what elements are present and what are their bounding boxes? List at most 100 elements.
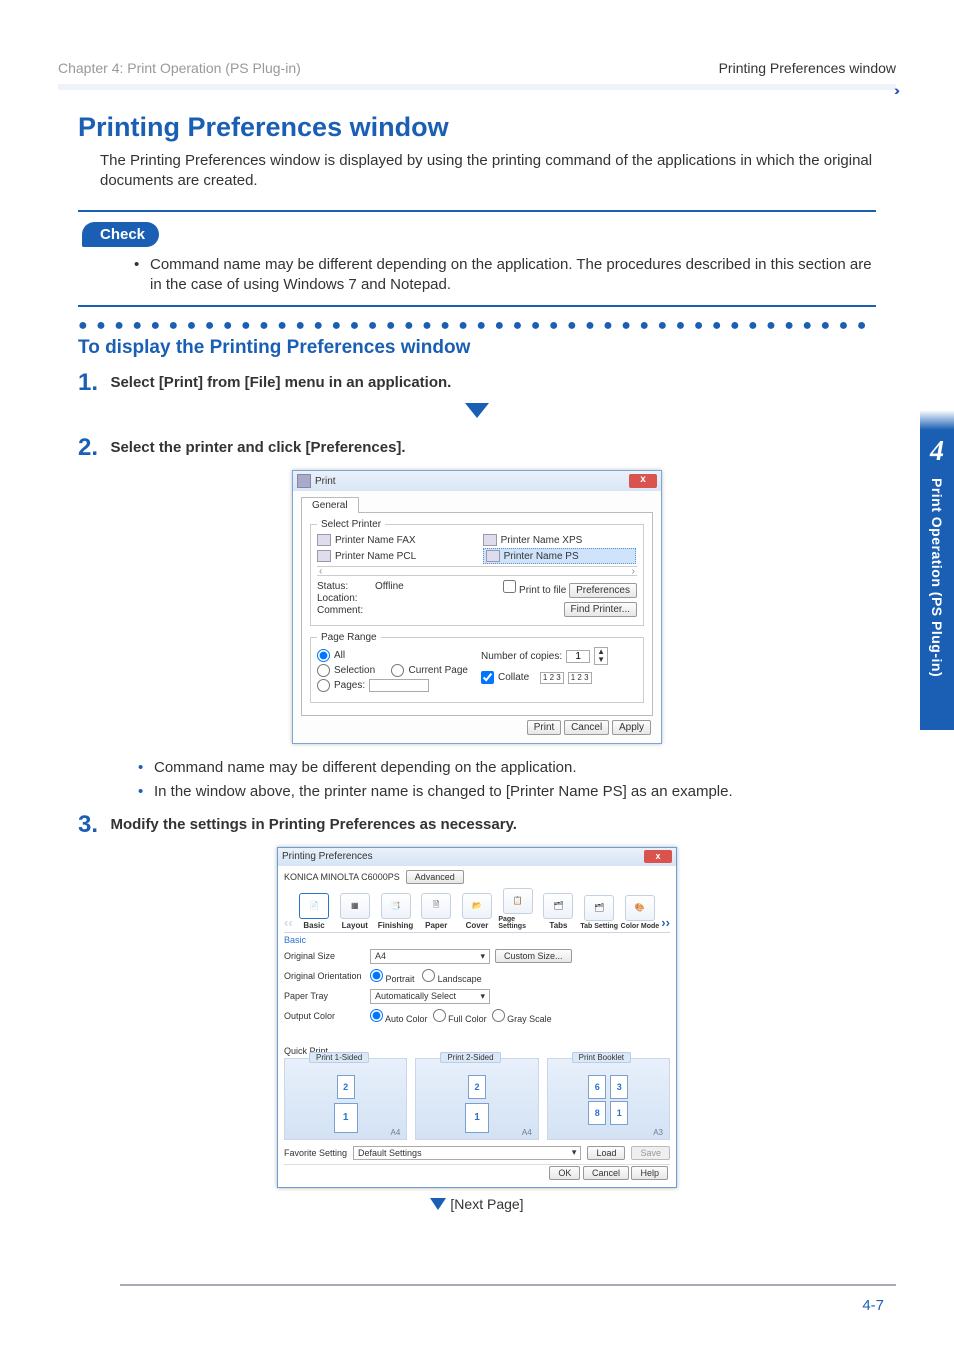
landscape-label: Landscape [438,974,482,984]
print-to-file-label: Print to file [519,585,566,596]
find-printer-button[interactable]: Find Printer... [564,602,637,617]
header-chevron-icon: ››› [894,82,896,98]
pref-dialog-title: Printing Preferences [282,851,644,862]
paper-tray-label: Paper Tray [284,991,370,1001]
original-size-select[interactable]: A4 ▾ [370,949,490,964]
sheet-icon: 1 [334,1103,358,1133]
tab-paper-icon: 🗎 [421,893,451,919]
page-title: Printing Preferences window [78,112,876,143]
radio-all[interactable] [317,649,330,662]
radio-selection[interactable] [317,664,330,677]
custom-size-button[interactable]: Custom Size... [495,949,572,963]
cancel-button[interactable]: Cancel [583,1166,629,1180]
step-2-text: Select the printer and click [Preference… [110,439,405,456]
apply-button[interactable]: Apply [612,720,651,735]
full-color-label: Full Color [448,1014,487,1024]
collate-checkbox[interactable] [481,671,494,684]
close-button[interactable]: x [644,850,672,863]
radio-current-page[interactable] [391,664,404,677]
radio-portrait[interactable] [370,969,383,982]
quick-print-1sided[interactable]: Print 1-Sided 2 1 A4 [284,1058,407,1140]
tab-label: Tabs [549,921,567,930]
orientation-label: Original Orientation [284,971,370,981]
tab-basic-icon: 📄 [299,893,329,919]
print-dialog: Print x General Select Printer Printer N… [292,470,662,744]
comment-label: Comment: [317,605,369,616]
printer-label: Printer Name XPS [501,535,583,546]
sheet-icon: 2 [468,1075,486,1099]
pages-input[interactable] [369,679,429,692]
scrollbar[interactable]: ‹› [317,566,637,576]
advanced-button[interactable]: Advanced [406,870,464,884]
preferences-button[interactable]: Preferences [569,583,637,598]
tab-layout[interactable]: ▦ Layout [335,893,374,930]
chapter-number: 4 [920,430,954,468]
chevron-right-icon[interactable]: ›› [661,915,670,930]
radio-full-color[interactable] [433,1009,446,1022]
help-button[interactable]: Help [631,1166,668,1180]
tab-finishing[interactable]: 📑Finishing [376,893,415,930]
portrait-label: Portrait [386,974,415,984]
quick-print-booklet[interactable]: Print Booklet 6 8 3 1 [547,1058,670,1140]
printer-item[interactable]: Printer Name XPS [483,534,637,546]
select-value: A4 [375,951,386,961]
load-button[interactable]: Load [587,1146,625,1160]
bullet-icon: • [138,758,154,778]
tab-paper[interactable]: 🗎Paper [417,893,456,930]
down-arrow-icon [78,403,876,426]
close-button[interactable]: x [629,474,657,488]
print-dialog-title: Print [315,476,629,487]
tab-tabs-icon: 🗂 [543,893,573,919]
copies-input[interactable] [566,650,590,663]
radio-gray-scale[interactable] [492,1009,505,1022]
radio-auto-color[interactable] [370,1009,383,1022]
print-button[interactable]: Print [527,720,562,735]
tab-color-mode[interactable]: 🎨Color Mode [621,895,660,930]
header-left: Chapter 4: Print Operation (PS Plug-in) [58,60,301,76]
tab-color-mode-icon: 🎨 [625,895,655,921]
cancel-button[interactable]: Cancel [564,720,609,735]
save-button[interactable]: Save [631,1146,670,1160]
quick-card-size: A4 [391,1128,401,1137]
tab-general[interactable]: General [301,497,359,513]
chevron-down-icon: ▾ [480,991,485,1002]
printer-item[interactable]: Printer Name PCL [317,548,471,564]
tab-tab-setting[interactable]: 🗂Tab Setting [580,895,619,930]
basic-section-label: Basic [284,935,670,945]
collate-label: Collate [498,672,529,683]
chevron-down-icon: ▾ [480,951,485,962]
quick-print-2sided[interactable]: Print 2-Sided 2 1 A4 [415,1058,538,1140]
side-tab: 4 Print Operation (PS Plug-in) [920,430,954,730]
sheet-icon: 3 [610,1075,628,1099]
tab-cover[interactable]: 📂Cover [458,893,497,930]
favorite-setting-label: Favorite Setting [284,1148,347,1158]
select-value: Default Settings [358,1148,422,1158]
quick-card-size: A3 [653,1128,663,1137]
check-badge: Check [82,222,159,247]
printer-item-selected[interactable]: Printer Name PS [483,548,637,564]
select-value: Automatically Select [375,991,456,1001]
radio-pages[interactable] [317,679,330,692]
chapter-title: Print Operation (PS Plug-in) [929,478,945,677]
location-label: Location: [317,593,369,604]
chevron-left-icon[interactable]: ‹‹ [284,915,293,930]
spinner-icon[interactable]: ▲▼ [594,647,608,665]
tab-label: Basic [303,921,324,930]
subheading: To display the Printing Preferences wind… [78,337,876,359]
next-page-label: [Next Page] [450,1196,523,1212]
printer-item[interactable]: Printer Name FAX [317,534,471,546]
tab-tabs[interactable]: 🗂 Tabs [539,893,578,930]
printer-icon [317,550,331,562]
print-to-file-checkbox[interactable] [503,580,516,593]
tab-label: Layout [342,921,368,930]
favorite-select[interactable]: Default Settings▾ [353,1146,581,1160]
tab-basic[interactable]: 📄 Basic [295,893,334,930]
radio-landscape[interactable] [422,969,435,982]
tab-page-settings[interactable]: 📋Page Settings [498,888,537,930]
printer-icon [483,534,497,546]
tab-label: Page Settings [498,916,537,930]
ok-button[interactable]: OK [549,1166,580,1180]
paper-tray-select[interactable]: Automatically Select ▾ [370,989,490,1004]
sheet-icon: 1 [610,1101,628,1125]
tab-layout-icon: ▦ [340,893,370,919]
